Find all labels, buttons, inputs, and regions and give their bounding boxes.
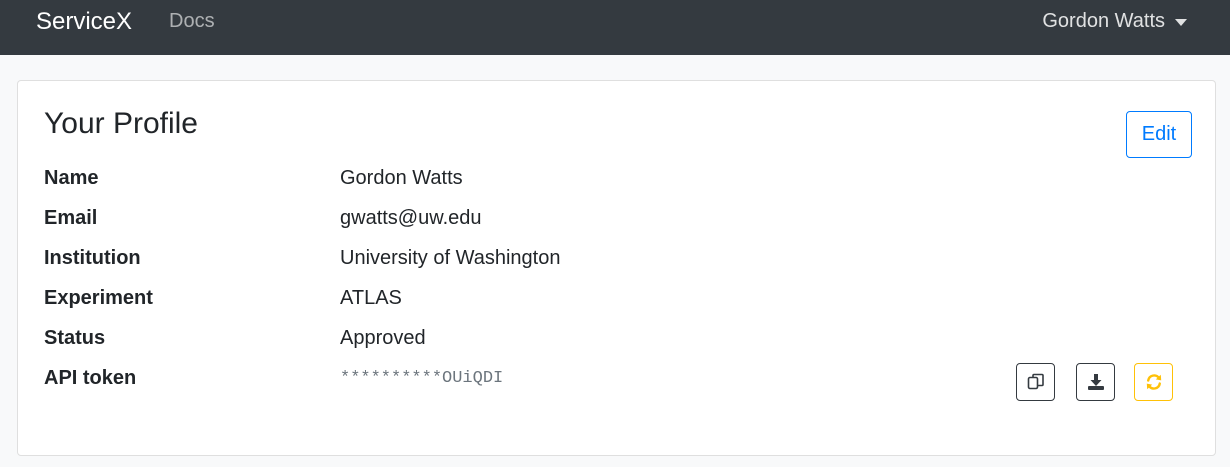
user-menu-dropdown[interactable]: Gordon Watts <box>1042 10 1187 33</box>
field-label: Email <box>44 207 98 229</box>
download-token-button[interactable] <box>1076 363 1115 401</box>
profile-row-experiment: Experiment ATLAS <box>44 287 1144 327</box>
field-value: Gordon Watts <box>340 167 463 189</box>
profile-row-email: Email gwatts@uw.edu <box>44 207 1144 247</box>
brand-link[interactable]: ServiceX <box>36 8 132 36</box>
caret-down-icon <box>1175 19 1187 26</box>
docs-link[interactable]: Docs <box>169 10 215 33</box>
field-value: University of Washington <box>340 247 561 269</box>
profile-row-name: Name Gordon Watts <box>44 167 1144 207</box>
profile-row-status: Status Approved <box>44 327 1144 367</box>
profile-row-api-token: API token **********OUiQDI <box>44 367 1144 407</box>
field-value: gwatts@uw.edu <box>340 207 482 229</box>
user-name: Gordon Watts <box>1042 10 1165 32</box>
field-value: ATLAS <box>340 287 402 309</box>
field-label: Experiment <box>44 287 153 309</box>
top-navbar: ServiceX Docs Gordon Watts <box>0 0 1230 55</box>
field-label: Status <box>44 327 106 349</box>
copy-icon <box>1027 373 1044 390</box>
refresh-token-button[interactable] <box>1134 363 1173 401</box>
page-title: Your Profile <box>44 107 198 140</box>
edit-button[interactable]: Edit <box>1126 111 1192 158</box>
profile-card: Your Profile Edit Name Gordon Watts Emai… <box>17 80 1216 456</box>
download-icon <box>1087 374 1104 390</box>
api-token-value: **********OUiQDI <box>340 369 504 388</box>
copy-token-button[interactable] <box>1016 363 1055 401</box>
field-label: Institution <box>44 247 141 269</box>
field-label: Name <box>44 167 99 189</box>
field-value: Approved <box>340 327 426 349</box>
field-label: API token <box>44 367 137 389</box>
refresh-icon <box>1146 374 1161 390</box>
profile-row-institution: Institution University of Washington <box>44 247 1144 287</box>
